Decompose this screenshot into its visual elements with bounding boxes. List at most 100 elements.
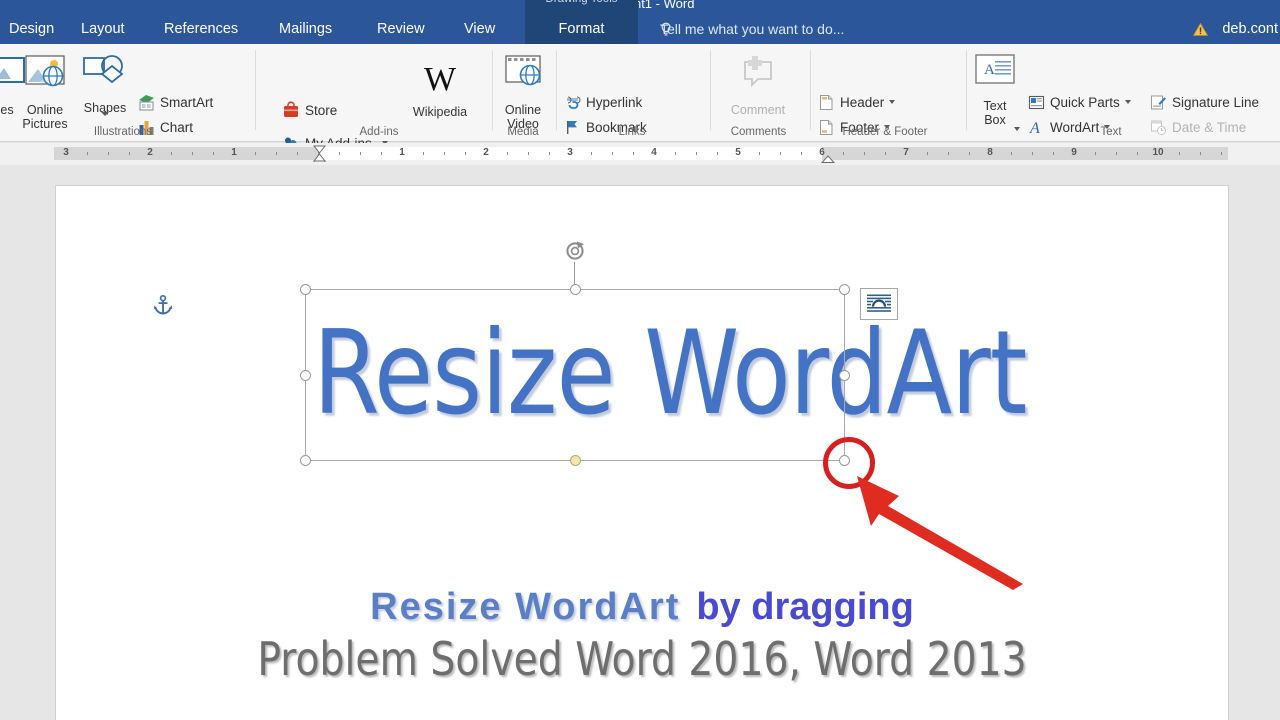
header-icon bbox=[820, 94, 833, 110]
layout-options-button[interactable] bbox=[860, 288, 898, 320]
comment-button[interactable]: Comment bbox=[729, 52, 787, 117]
store-label: Store bbox=[305, 102, 338, 118]
ruler-tick bbox=[780, 152, 781, 155]
ruler-tick bbox=[843, 152, 844, 155]
online-video-label-1: Online bbox=[504, 103, 542, 117]
contextual-tab-group-label: Drawing Tools bbox=[525, 0, 638, 5]
hyperlink-button[interactable]: Hyperlink bbox=[564, 90, 642, 114]
group-title-header-footer: Header & Footer bbox=[842, 126, 928, 138]
online-pictures-label-2: Pictures bbox=[22, 117, 68, 131]
tab-view[interactable]: View bbox=[455, 14, 504, 44]
rotate-handle-icon[interactable] bbox=[563, 238, 589, 264]
ruler-number: 9 bbox=[1071, 147, 1077, 158]
ruler-number: 7 bbox=[903, 147, 909, 158]
ruler-tick bbox=[633, 152, 634, 155]
date-time-button[interactable]: Date & Time bbox=[1150, 115, 1246, 139]
group-title-add-ins: Add-ins bbox=[359, 126, 399, 138]
ruler-tick bbox=[465, 152, 466, 155]
ruler-tick bbox=[213, 152, 214, 155]
ruler-tick bbox=[885, 152, 886, 155]
ruler-number: 5 bbox=[735, 147, 741, 158]
text-box-label-1: Text bbox=[983, 99, 1007, 113]
ruler-tick bbox=[528, 152, 529, 155]
handle-bottom-center[interactable] bbox=[570, 455, 581, 466]
text-box-caret-icon[interactable] bbox=[1014, 127, 1020, 131]
handle-top-left[interactable] bbox=[300, 284, 311, 295]
layout-options-icon bbox=[867, 294, 891, 312]
ribbon-group-add-ins: Store My Add-ins W Wikipedia Add-ins bbox=[268, 44, 490, 151]
ruler-tick bbox=[507, 152, 508, 155]
handle-top-right[interactable] bbox=[839, 284, 850, 295]
quick-parts-caret-icon[interactable] bbox=[1124, 100, 1131, 104]
online-pictures-icon bbox=[25, 55, 65, 87]
handle-middle-left[interactable] bbox=[300, 370, 311, 381]
account-name[interactable]: deb.cont bbox=[1222, 14, 1280, 44]
comment-icon bbox=[744, 56, 772, 88]
right-indent-marker[interactable] bbox=[821, 155, 835, 163]
tab-format[interactable]: Format bbox=[525, 14, 638, 44]
ruler-tick bbox=[171, 152, 172, 155]
ribbon: es Online Pictures Shapes SmartArt Chart… bbox=[0, 44, 1280, 160]
signature-line-icon bbox=[1151, 95, 1166, 109]
contextual-tab-group: Drawing Tools bbox=[525, 0, 638, 14]
online-video-icon bbox=[505, 55, 541, 86]
horizontal-ruler[interactable]: 3 2 1 1 2 3 4 5 6 7 8 9 10 bbox=[0, 143, 1280, 165]
ribbon-tab-strip: Design Layout References Mailings Review… bbox=[0, 14, 1280, 44]
group-title-illustrations: Illustrations bbox=[93, 126, 153, 138]
shapes-button[interactable]: Shapes bbox=[76, 52, 134, 116]
ruler-number: 1 bbox=[231, 147, 237, 158]
ruler-tick bbox=[129, 152, 130, 155]
text-box-button[interactable]: A Text Box bbox=[966, 52, 1024, 131]
wikipedia-button[interactable]: W Wikipedia bbox=[400, 56, 480, 119]
wordart-selection-frame[interactable] bbox=[300, 284, 850, 466]
handle-bottom-left[interactable] bbox=[300, 455, 311, 466]
ruler-tick bbox=[1200, 152, 1201, 155]
quick-parts-button[interactable]: Quick Parts bbox=[1028, 90, 1131, 114]
ruler-tick bbox=[1116, 152, 1117, 155]
ruler-tick bbox=[612, 152, 613, 155]
signature-line-button[interactable]: Signature Line bbox=[1150, 90, 1259, 114]
bookmark-icon bbox=[567, 120, 577, 134]
tell-me-search[interactable]: Tell me what you want to do... bbox=[660, 14, 844, 44]
header-caret-icon[interactable] bbox=[889, 100, 896, 104]
ruler-tick bbox=[255, 152, 256, 155]
tab-review[interactable]: Review bbox=[368, 14, 434, 44]
ribbon-group-comments: Comment Comments bbox=[710, 44, 807, 142]
ruler-tick bbox=[759, 152, 760, 155]
ruler-tick bbox=[717, 152, 718, 155]
wordart-icon: A bbox=[1029, 120, 1040, 136]
ruler-tick bbox=[696, 152, 697, 155]
handle-middle-right[interactable] bbox=[839, 370, 850, 381]
online-video-button[interactable]: Online Video bbox=[494, 52, 552, 131]
ruler-number: 4 bbox=[651, 147, 657, 158]
object-anchor-icon[interactable] bbox=[153, 295, 173, 317]
shapes-icon bbox=[83, 55, 124, 84]
handle-top-center[interactable] bbox=[570, 284, 581, 295]
ruler-tick bbox=[801, 152, 802, 155]
online-pictures-button[interactable]: Online Pictures bbox=[16, 52, 74, 131]
ruler-number: 3 bbox=[63, 147, 69, 158]
caption-line-1: Resize WordArt by dragging bbox=[56, 586, 1228, 629]
store-button[interactable]: Store bbox=[282, 98, 337, 122]
smartart-label: SmartArt bbox=[160, 94, 214, 110]
quick-parts-label: Quick Parts bbox=[1050, 94, 1120, 110]
tab-layout[interactable]: Layout bbox=[72, 14, 134, 44]
ruler-tick bbox=[87, 152, 88, 155]
hanging-indent-marker[interactable] bbox=[313, 153, 326, 162]
shapes-caret-icon[interactable] bbox=[101, 112, 109, 116]
tab-mailings[interactable]: Mailings bbox=[270, 14, 341, 44]
tab-references[interactable]: References bbox=[155, 14, 247, 44]
header-button[interactable]: Header bbox=[818, 90, 896, 114]
smartart-icon bbox=[139, 94, 154, 110]
ruler-tick bbox=[969, 152, 970, 155]
ruler-number: 3 bbox=[567, 147, 573, 158]
tab-design[interactable]: Design bbox=[0, 14, 63, 44]
smartart-button[interactable]: SmartArt bbox=[138, 90, 213, 114]
ruler-tick bbox=[192, 152, 193, 155]
caption-line-1-part-1: Resize WordArt bbox=[370, 586, 681, 628]
ruler-number: 2 bbox=[147, 147, 153, 158]
svg-text:A: A bbox=[1029, 120, 1040, 136]
caption-line-2: Problem Solved Word 2016, Word 2013 bbox=[257, 632, 1027, 686]
warning-triangle-icon bbox=[1193, 23, 1208, 36]
group-title-comments: Comments bbox=[730, 126, 787, 138]
